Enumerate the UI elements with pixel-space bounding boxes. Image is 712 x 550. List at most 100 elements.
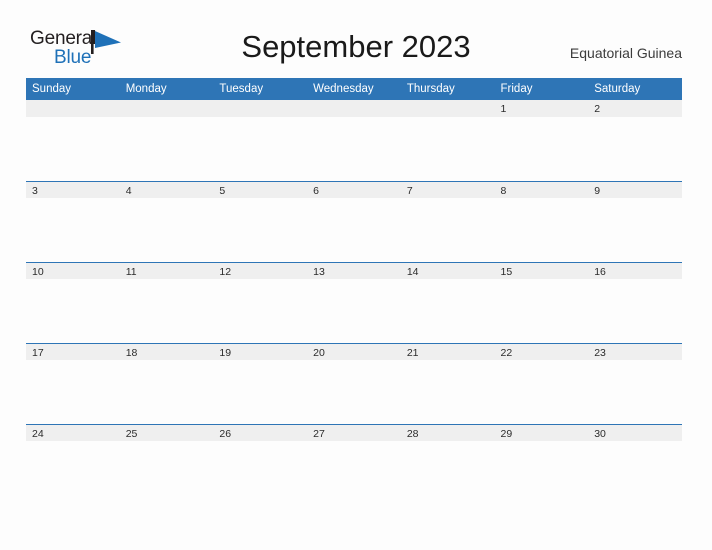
day-events-area[interactable]: [588, 441, 682, 505]
day-cell[interactable]: 2: [588, 100, 682, 181]
day-cell[interactable]: 4: [119, 181, 214, 262]
day-cell[interactable]: 27: [307, 424, 401, 505]
day-events-area[interactable]: [26, 117, 120, 181]
day-events-area[interactable]: [119, 441, 214, 505]
day-cell[interactable]: 25: [119, 424, 214, 505]
day-cell[interactable]: 7: [400, 181, 495, 262]
day-cell[interactable]: 10: [26, 262, 120, 343]
day-events-area[interactable]: [494, 198, 589, 262]
day-number: 4: [119, 182, 214, 198]
day-cell[interactable]: [400, 100, 495, 181]
day-events-area[interactable]: [494, 360, 589, 424]
day-cell[interactable]: 11: [119, 262, 214, 343]
weekday-header-friday: Friday: [494, 78, 589, 100]
day-events-area[interactable]: [213, 198, 308, 262]
day-events-area[interactable]: [26, 360, 120, 424]
day-number: 29: [494, 425, 589, 441]
day-cell[interactable]: 21: [400, 343, 495, 424]
day-cell[interactable]: 22: [494, 343, 589, 424]
day-number: 1: [494, 100, 589, 117]
day-events-area[interactable]: [400, 279, 495, 343]
day-events-area[interactable]: [307, 279, 401, 343]
weekday-header-row: Sunday Monday Tuesday Wednesday Thursday…: [26, 78, 682, 100]
day-events-area[interactable]: [588, 360, 682, 424]
day-events-area[interactable]: [494, 441, 589, 505]
day-cell[interactable]: 17: [26, 343, 120, 424]
day-cell[interactable]: 14: [400, 262, 495, 343]
day-cell[interactable]: 15: [494, 262, 589, 343]
day-events-area[interactable]: [307, 360, 401, 424]
calendar-week-row: 17 18 19 20 21 22 23: [26, 343, 682, 424]
day-number: [119, 100, 214, 117]
day-cell[interactable]: 3: [26, 181, 120, 262]
day-cell[interactable]: [213, 100, 308, 181]
day-cell[interactable]: 24: [26, 424, 120, 505]
day-events-area[interactable]: [119, 198, 214, 262]
day-cell[interactable]: [119, 100, 214, 181]
day-events-area[interactable]: [307, 198, 401, 262]
day-events-area[interactable]: [400, 117, 495, 181]
day-number: 2: [588, 100, 682, 117]
day-cell[interactable]: 20: [307, 343, 401, 424]
day-cell[interactable]: 16: [588, 262, 682, 343]
calendar-grid: Sunday Monday Tuesday Wednesday Thursday…: [26, 78, 682, 505]
day-cell[interactable]: 13: [307, 262, 401, 343]
day-cell[interactable]: 23: [588, 343, 682, 424]
calendar-week-row: 24 25 26 27 28 29 30: [26, 424, 682, 505]
weekday-header-monday: Monday: [119, 78, 214, 100]
day-events-area[interactable]: [119, 360, 214, 424]
day-cell[interactable]: 28: [400, 424, 495, 505]
day-cell[interactable]: 18: [119, 343, 214, 424]
day-events-area[interactable]: [494, 279, 589, 343]
day-cell[interactable]: [26, 100, 120, 181]
day-number: 25: [119, 425, 214, 441]
day-number: 15: [494, 263, 589, 279]
day-number: [213, 100, 308, 117]
day-number: 16: [588, 263, 682, 279]
day-events-area[interactable]: [213, 117, 308, 181]
day-cell[interactable]: 5: [213, 181, 308, 262]
day-number: 8: [494, 182, 589, 198]
day-events-area[interactable]: [400, 198, 495, 262]
day-number: 5: [213, 182, 308, 198]
day-cell[interactable]: 8: [494, 181, 589, 262]
day-events-area[interactable]: [400, 441, 495, 505]
day-events-area[interactable]: [119, 279, 214, 343]
day-cell[interactable]: [307, 100, 401, 181]
day-events-area[interactable]: [400, 360, 495, 424]
day-events-area[interactable]: [588, 279, 682, 343]
day-number: 30: [588, 425, 682, 441]
day-number: 20: [307, 344, 401, 360]
day-events-area[interactable]: [588, 198, 682, 262]
day-events-area[interactable]: [213, 441, 308, 505]
day-cell[interactable]: 1: [494, 100, 589, 181]
calendar-week-row: 10 11 12 13 14 15 16: [26, 262, 682, 343]
day-events-area[interactable]: [588, 117, 682, 181]
page-header: General Blue September 2023 Equatorial G…: [0, 0, 712, 78]
day-cell[interactable]: 30: [588, 424, 682, 505]
day-events-area[interactable]: [213, 360, 308, 424]
calendar-week-row: 3 4 5 6 7 8 9: [26, 181, 682, 262]
day-cell[interactable]: 29: [494, 424, 589, 505]
day-cell[interactable]: 12: [213, 262, 308, 343]
day-events-area[interactable]: [494, 117, 589, 181]
day-events-area[interactable]: [26, 279, 120, 343]
day-number: 7: [400, 182, 495, 198]
day-cell[interactable]: 19: [213, 343, 308, 424]
day-events-area[interactable]: [213, 279, 308, 343]
day-events-area[interactable]: [26, 441, 120, 505]
day-events-area[interactable]: [26, 198, 120, 262]
day-cell[interactable]: 26: [213, 424, 308, 505]
day-cell[interactable]: 6: [307, 181, 401, 262]
day-cell[interactable]: 9: [588, 181, 682, 262]
day-events-area[interactable]: [119, 117, 214, 181]
calendar-page: General Blue September 2023 Equatorial G…: [0, 0, 712, 550]
day-number: [400, 100, 495, 117]
day-number: 10: [26, 263, 120, 279]
day-number: [26, 100, 120, 117]
day-events-area[interactable]: [307, 117, 401, 181]
day-events-area[interactable]: [307, 441, 401, 505]
weekday-header-tuesday: Tuesday: [213, 78, 308, 100]
day-number: 13: [307, 263, 401, 279]
day-number: 28: [400, 425, 495, 441]
